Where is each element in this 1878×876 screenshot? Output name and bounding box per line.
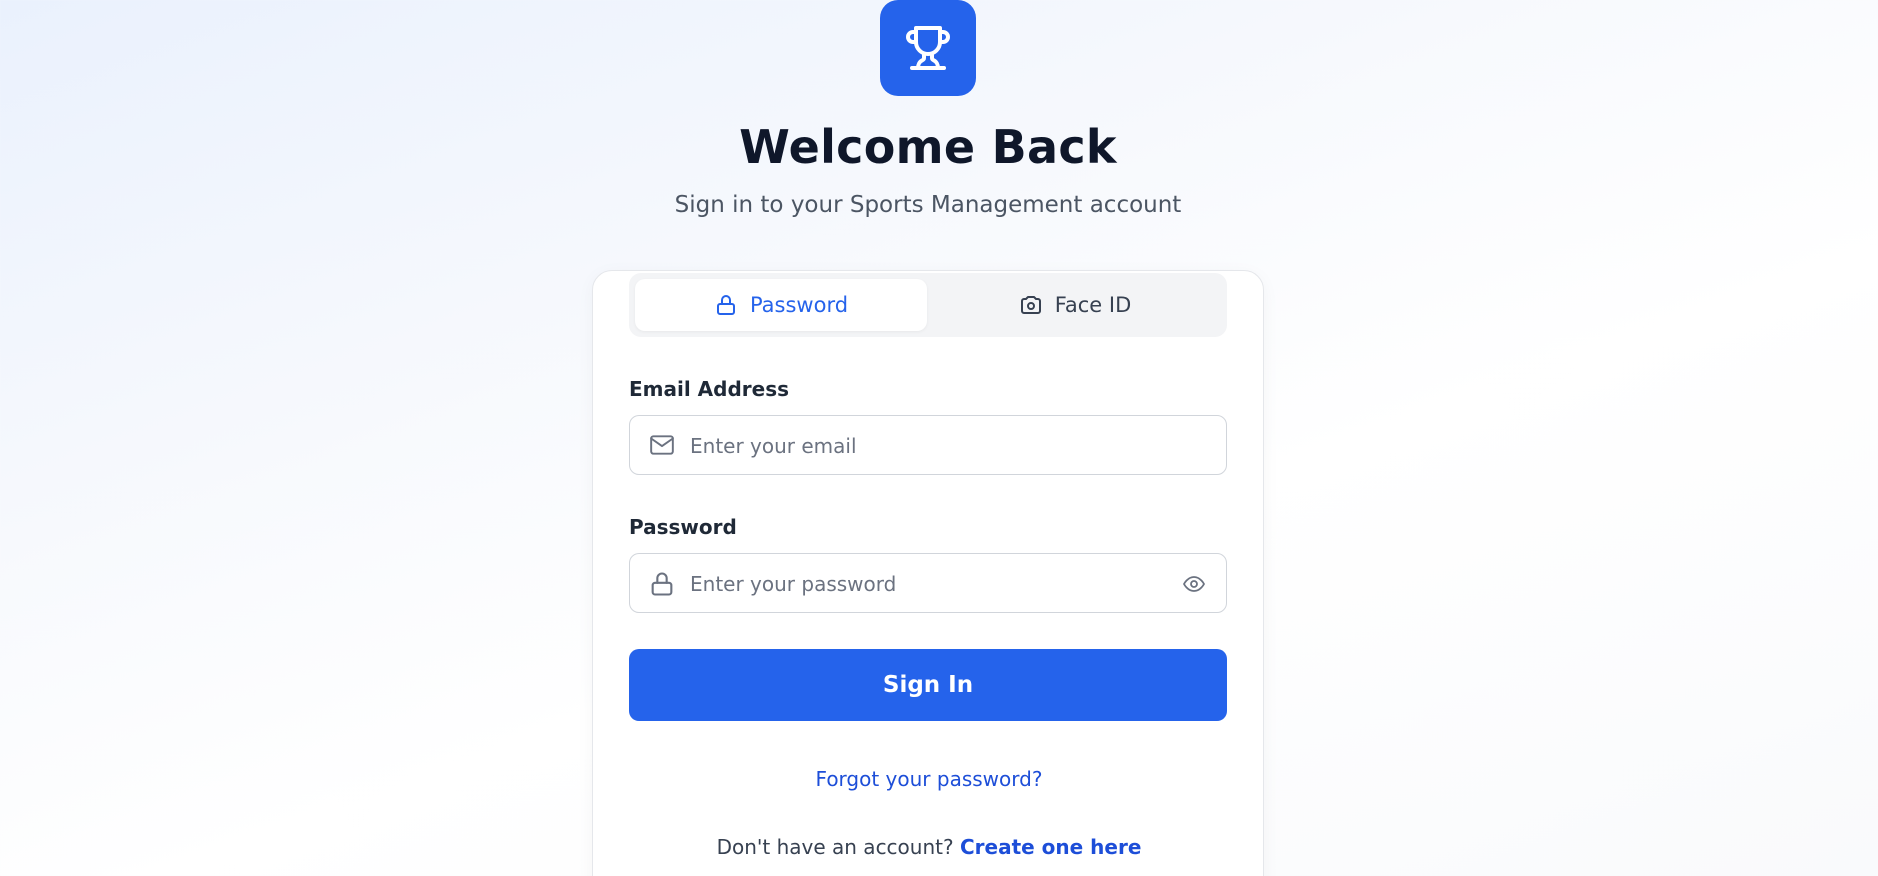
lock-icon (648, 570, 676, 602)
mail-icon (648, 432, 676, 462)
tab-face-id[interactable]: Face ID (929, 279, 1221, 331)
tab-password[interactable]: Password (635, 279, 927, 331)
password-label: Password (629, 515, 737, 539)
lock-icon (716, 295, 735, 315)
email-field (629, 415, 1227, 475)
sign-in-button[interactable]: Sign In (629, 649, 1227, 721)
email-label: Email Address (629, 377, 790, 401)
email-input[interactable] (690, 426, 1160, 466)
tab-password-label: Password (749, 293, 849, 317)
auth-method-tabs: Password Face ID (629, 273, 1227, 337)
signup-prompt-text: Don't have an account? (716, 835, 954, 859)
page-title: Welcome Back (739, 120, 1117, 174)
password-input[interactable] (690, 564, 1160, 604)
signup-prompt: Don't have an account? Create one here (593, 835, 1265, 859)
eye-icon[interactable] (1180, 572, 1208, 600)
camera-icon (1020, 296, 1041, 314)
create-account-link[interactable]: Create one here (960, 835, 1141, 859)
login-card: Password Face ID Email Address Password (592, 270, 1264, 876)
trophy-icon (906, 26, 950, 70)
app-logo (880, 0, 976, 96)
tab-face-id-label: Face ID (1054, 293, 1132, 317)
forgot-password-link[interactable]: Forgot your password? (593, 767, 1265, 791)
page-subtitle: Sign in to your Sports Management accoun… (674, 192, 1182, 218)
password-field (629, 553, 1227, 613)
